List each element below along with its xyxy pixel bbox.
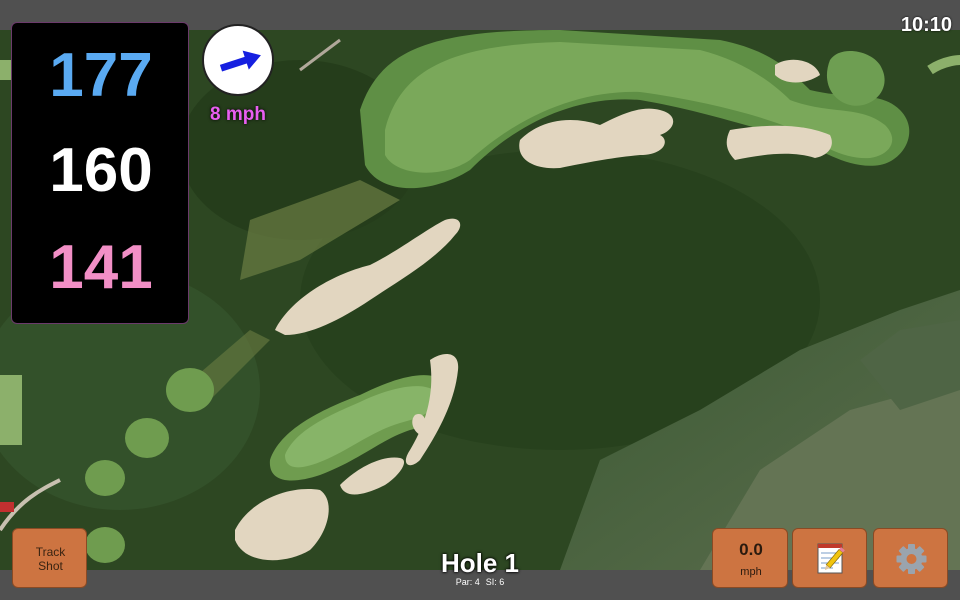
speed-unit: mph [740,566,762,578]
hole-par: Par: 4 [455,577,480,587]
hole-meta: Par: 4 SI: 6 [380,577,580,587]
notes-button[interactable] [792,528,867,588]
center-yardage: 160 [49,136,153,205]
track-shot-label-line2: Shot [38,559,63,573]
track-shot-label: Track Shot [13,545,88,573]
yardage-panel: 177 160 141 [11,22,189,324]
wind-direction-arrow-icon [219,50,261,72]
back-yardage: 177 [49,41,153,110]
gear-icon [896,544,927,574]
wind-indicator [202,24,274,96]
settings-button[interactable] [873,528,948,588]
front-yardage: 141 [49,233,153,302]
track-shot-button[interactable]: Track Shot [12,528,87,588]
clock-time: 10:10 [900,14,952,36]
track-shot-label-line1: Track [35,545,66,559]
speed-value: 0.0 [739,540,763,559]
speed-button[interactable]: 0.0 mph [712,528,788,588]
hole-stroke-index: SI: 6 [485,577,505,587]
hole-title: Hole 1 [440,548,520,578]
wind-speed: 8 mph [210,104,266,125]
notepad-pencil-icon [817,543,845,574]
